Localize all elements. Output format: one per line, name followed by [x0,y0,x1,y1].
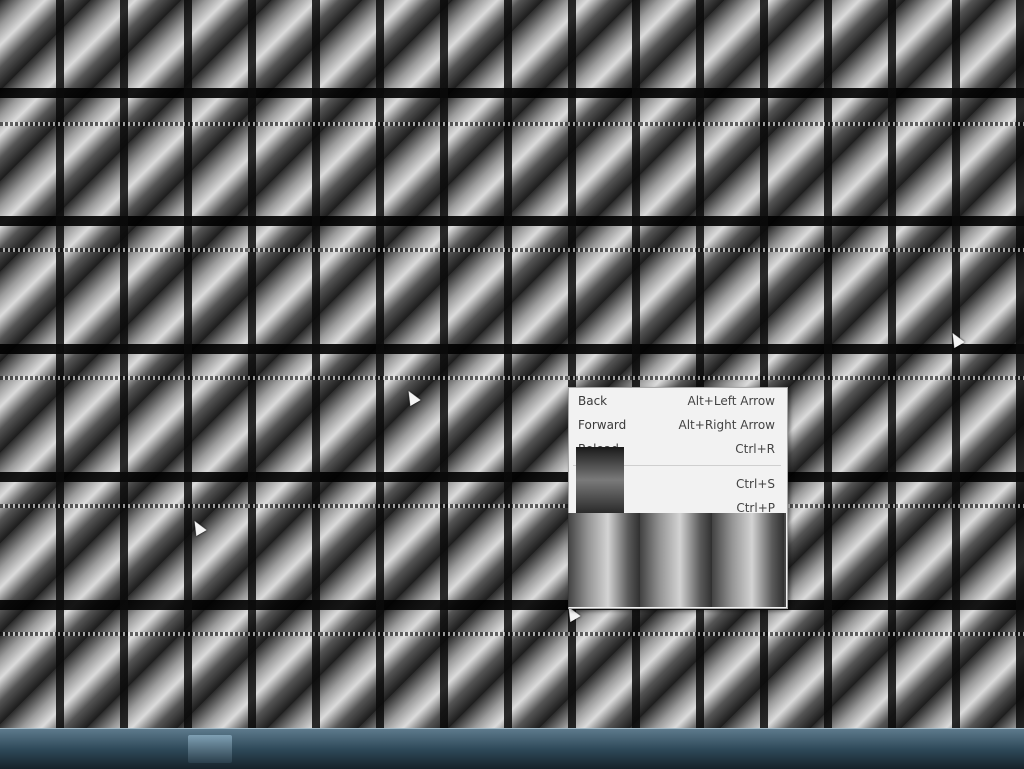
mouse-cursor-icon [189,517,207,537]
menu-item-label: Forward [578,418,627,432]
render-glitch [568,513,786,607]
glitch-band [0,248,1024,252]
menu-item-shortcut: Alt+Left Arrow [687,394,775,408]
mouse-cursor-icon [403,387,421,407]
menu-item-shortcut: Ctrl+R [735,442,775,456]
glitch-band [0,376,1024,380]
desktop-background [0,0,1024,728]
menu-item-shortcut: Alt+Right Arrow [678,418,775,432]
glitch-band [0,632,1024,636]
glitch-band [0,504,1024,508]
menu-item-back[interactable]: Back Alt+Left Arrow [569,390,787,412]
mouse-cursor-icon [947,329,965,349]
render-glitch [576,447,624,513]
taskbar-button[interactable] [188,735,232,763]
taskbar [0,728,1024,769]
menu-item-forward[interactable]: Forward Alt+Right Arrow [569,414,787,436]
menu-item-label: Back [578,394,608,408]
glitch-band [0,122,1024,126]
menu-item-shortcut: Ctrl+S [735,477,775,491]
